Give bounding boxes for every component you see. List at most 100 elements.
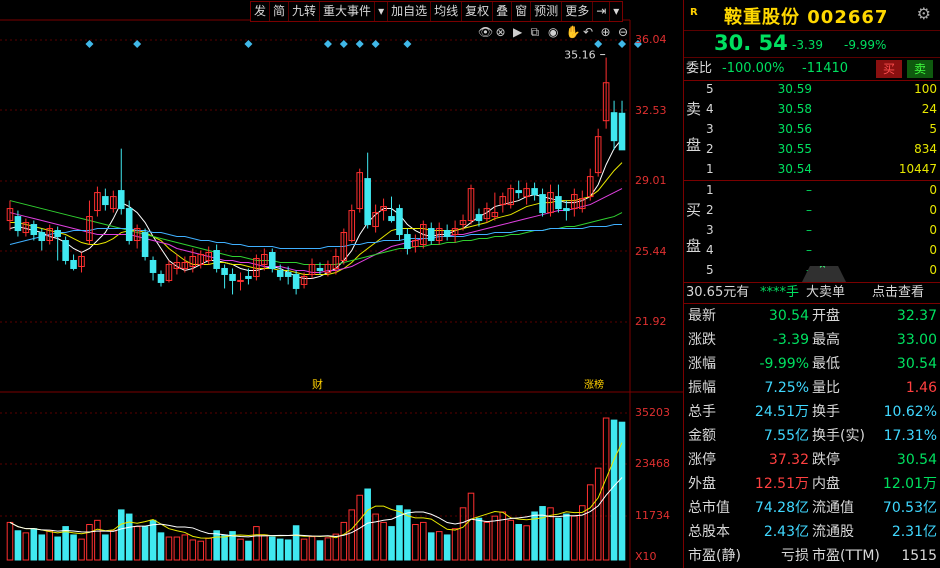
volume-bar [94, 519, 101, 561]
toolbar-item-0[interactable]: 发 [251, 2, 271, 21]
volume-bar [117, 509, 125, 561]
volume-bar [276, 538, 284, 561]
candle-body [396, 208, 403, 236]
copy-icon[interactable]: ⧉ [531, 25, 540, 39]
ma-line-3 [9, 200, 623, 265]
volume-bar [324, 537, 332, 561]
stat-value: 1515 [901, 548, 937, 564]
price-axis-label-4: 25.44 [635, 245, 667, 258]
volume-bar [22, 532, 30, 561]
big-order-row[interactable]: 30.65元有 ****手 大卖单 点击查看 [684, 282, 940, 304]
toolbar-item-6[interactable]: 均线 [431, 2, 463, 21]
ask-row[interactable]: 2 30.55 834 [684, 139, 940, 159]
chart-toolbar: 发简九转 重大事件 ▾ 加自选 均线 复权叠窗预测 更多 ⇥ ▾ [250, 1, 624, 22]
toolbar-item-1[interactable]: 简 [270, 2, 290, 21]
level-quantity: 100 [914, 82, 937, 96]
toolbar-item-12[interactable]: ⇥ [593, 2, 611, 21]
ask-row[interactable]: 4 30.58 24 [684, 99, 940, 119]
stat-label: 换手 [812, 404, 840, 420]
candle-body [563, 208, 570, 212]
event-label-cai[interactable]: 财 [312, 377, 323, 391]
kline-chart-area[interactable]: 👁 ⊗ ▶ ⧉ ◉ ✋ ↶ ⊕ ⊖ 35.16 财涨榜 发简九转 重大事件 ▾ 加自选 均线 复权叠窗预测 更多… [0, 0, 683, 568]
sell-button[interactable]: 卖 [907, 60, 933, 78]
stat-value: 亏损 [781, 548, 809, 564]
toolbar-item-11[interactable]: 更多 [562, 2, 594, 21]
stat-row: 最新 30.54 开盘 32.37 [684, 304, 940, 328]
high-price-label: 35.16 [564, 49, 596, 62]
volume-bar [261, 534, 268, 561]
view-details-link[interactable]: 点击查看 [872, 283, 924, 303]
stat-label: 涨跌 [688, 332, 716, 348]
candle-body [125, 208, 133, 242]
stat-label: 开盘 [812, 308, 840, 324]
toolbar-item-10[interactable]: 预测 [531, 2, 563, 21]
weicha-value: -11410 [802, 61, 849, 76]
event-label-zhangbang[interactable]: 涨榜 [584, 378, 604, 391]
toolbar-item-5[interactable]: 加自选 [388, 2, 432, 21]
volume-bar [141, 526, 149, 561]
x-circle-icon[interactable]: ⊗ [496, 25, 506, 39]
volume-bar [475, 517, 483, 561]
play-icon[interactable]: ▶ [513, 25, 523, 39]
bid-row[interactable]: 3 – 0 [684, 220, 940, 240]
buy-button[interactable]: 买 [876, 60, 902, 78]
stat-label: 外盘 [688, 476, 716, 492]
bid-row[interactable]: 2 – 0 [684, 200, 940, 220]
stat-value: 7.55亿 [763, 428, 809, 444]
level-price: – [806, 243, 812, 257]
ask-row[interactable]: 1 30.54 10447 [684, 159, 940, 179]
toolbar-item-2[interactable]: 九转 [289, 2, 321, 21]
eye-icon[interactable]: 👁 [478, 25, 493, 39]
volume-bar [269, 536, 276, 561]
volume-bar [70, 534, 77, 561]
level-price: 30.55 [777, 142, 812, 156]
weibi-label: 委比 [686, 61, 713, 76]
level-quantity: 5 [929, 122, 937, 136]
stat-label: 内盘 [812, 476, 840, 492]
stats-table: 最新 30.54 开盘 32.37 涨跌 -3.39 最高 33.00 涨幅 -9.99% 最低 30… [684, 304, 940, 568]
kline-chart[interactable]: 👁 ⊗ ▶ ⧉ ◉ ✋ ↶ ⊕ ⊖ 35.16 财 涨榜 [0, 0, 683, 568]
volume-axis-label-3: 11734 [635, 509, 670, 522]
toolbar-item-9[interactable]: 窗 [512, 2, 532, 21]
ask-row[interactable]: 3 30.56 5 [684, 119, 940, 139]
event-marker-icon [339, 40, 348, 48]
stat-label: 涨停 [688, 452, 716, 468]
toolbar-item-13[interactable]: ▾ [610, 2, 622, 21]
volume-bar [125, 513, 133, 561]
volume-bar [443, 534, 451, 561]
volume-bar [555, 517, 562, 561]
stat-row: 总股本 2.43亿 流通股 2.31亿 [684, 520, 940, 544]
camera-icon[interactable]: ◉ [548, 25, 558, 39]
stat-value: 2.31亿 [891, 524, 937, 540]
toolbar-item-8[interactable]: 叠 [493, 2, 513, 21]
toolbar-item-4[interactable]: ▾ [375, 2, 389, 21]
event-marker-icon [323, 40, 332, 48]
volume-bar [515, 524, 522, 561]
stat-label: 量比 [812, 380, 840, 396]
ma-line-1 [9, 162, 623, 275]
volume-bar [300, 538, 308, 561]
volume-bar [483, 521, 491, 561]
level-number: 3 [706, 122, 714, 136]
gear-icon[interactable]: ⚙ [917, 4, 931, 23]
level-quantity: 834 [914, 142, 937, 156]
ask-row[interactable]: 5 30.59 100 [684, 79, 940, 99]
hand-icon[interactable]: ✋ [566, 25, 581, 39]
stat-row: 总手 24.51万 换手 10.62% [684, 400, 940, 424]
zoom-in-icon[interactable]: ⊕ [601, 25, 611, 39]
stat-value: 24.51万 [754, 404, 809, 420]
stat-row: 涨跌 -3.39 最高 33.00 [684, 328, 940, 352]
toolbar-item-3[interactable]: 重大事件 [320, 2, 376, 21]
stat-value: 30.54 [768, 308, 809, 324]
bid-row[interactable]: 4 – 0 [684, 240, 940, 260]
stat-label: 换手(实) [812, 428, 865, 444]
undo-icon[interactable]: ↶ [583, 25, 593, 39]
zoom-out-icon[interactable]: ⊖ [618, 25, 628, 39]
level-number: 2 [706, 142, 714, 156]
bid-row[interactable]: 1 – 0 [684, 180, 940, 200]
toolbar-item-7[interactable]: 复权 [462, 2, 494, 21]
level-number: 4 [706, 243, 714, 257]
volume-bar [54, 536, 61, 561]
stat-value: 7.25% [764, 380, 809, 396]
candle-body [364, 178, 371, 226]
